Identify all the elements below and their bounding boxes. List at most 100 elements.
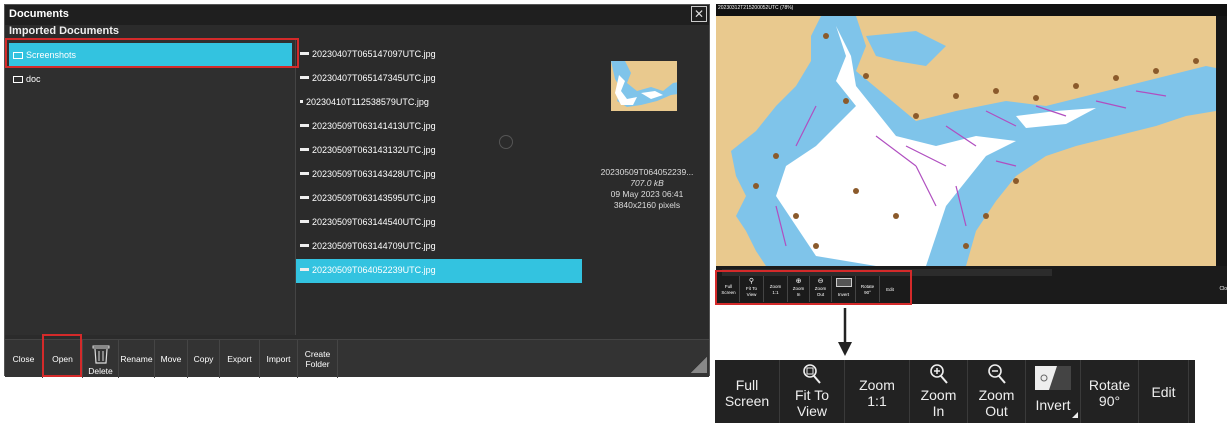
move-button[interactable]: Move (155, 340, 188, 378)
thumbnail-icon (300, 196, 309, 199)
file-name: 20230509T064052239UTC.jpg (312, 265, 436, 275)
chart-scrollbar[interactable] (1216, 16, 1227, 266)
submenu-indicator-icon (1072, 412, 1078, 418)
button-label: 1:1 (867, 393, 887, 409)
folder-label: doc (26, 74, 41, 84)
button-label: Out (985, 403, 1008, 419)
file-name: 20230509T063141413UTC.jpg (312, 121, 436, 131)
thumbnail-icon (300, 244, 309, 247)
chart-viewer-window: 20230312T215200052UTC (78%) Full Screen … (716, 4, 1227, 304)
button-label: Delete (88, 366, 113, 376)
button-label: View (796, 403, 828, 419)
file-name: 20230509T063144540UTC.jpg (312, 217, 436, 227)
day-night-icon (1035, 366, 1071, 390)
button-label: Folder (305, 359, 330, 369)
rotate-button[interactable]: Rotate 90° (1081, 360, 1139, 423)
file-name: 20230410T112538579UTC.jpg (306, 97, 429, 107)
info-icon (499, 135, 513, 149)
button-label: Screen (724, 393, 770, 409)
close-button[interactable]: Close (5, 340, 43, 378)
file-item[interactable]: 20230509T063143595UTC.jpg (296, 187, 582, 211)
thumbnail-icon (300, 268, 309, 271)
trash-icon (92, 345, 110, 364)
file-name: 20230407T065147345UTC.jpg (312, 73, 436, 83)
window-title: Documents (5, 5, 709, 25)
file-item[interactable]: 20230509T063144540UTC.jpg (296, 211, 582, 235)
file-item[interactable]: 20230407T065147097UTC.jpg (296, 43, 582, 67)
zoom-in-icon (930, 364, 948, 384)
file-item[interactable]: 20230509T063141413UTC.jpg (296, 115, 582, 139)
preview-dimensions: 3840x2160 pixels (613, 200, 681, 210)
button-label: Create (304, 349, 331, 359)
resize-handle[interactable] (691, 357, 707, 373)
button-label: Fit To (795, 387, 829, 403)
zoom-out-icon (988, 364, 1006, 384)
full-screen-button[interactable]: Full Screen (715, 360, 780, 423)
file-name: 20230407T065147097UTC.jpg (312, 49, 436, 59)
close-icon[interactable]: ✕ (691, 6, 707, 22)
documents-toolbar: Close Open Delete Rename Move Copy Expor… (5, 339, 709, 378)
fit-to-view-button[interactable]: Fit To View (780, 360, 845, 423)
button-label: Full (735, 377, 759, 393)
create-folder-button[interactable]: Create Folder (298, 340, 338, 378)
zoom-1-1-button[interactable]: Zoom 1:1 (845, 360, 910, 423)
preview-filesize: 707.0 kB (630, 178, 664, 188)
file-list: 20230407T065147097UTC.jpg 20230407T06514… (296, 39, 584, 335)
thumbnail-icon (300, 124, 309, 127)
zoom-in-button[interactable]: Zoom In (910, 360, 968, 423)
thumbnail-icon (300, 220, 309, 223)
thumbnail-icon (300, 172, 309, 175)
file-item[interactable]: 20230407T065147345UTC.jpg (296, 67, 582, 91)
button-label: Rotate (1088, 377, 1131, 393)
button-label: Edit (1151, 384, 1176, 400)
thumbnail-icon (300, 100, 303, 103)
folder-icon (13, 76, 23, 83)
chart-title: 20230312T215200052UTC (78%) (718, 5, 794, 11)
section-title: Imported Documents (9, 25, 120, 37)
button-label: 90° (1098, 393, 1121, 409)
edit-button[interactable]: Edit (1139, 360, 1189, 423)
preview-date: 09 May 2023 06:41 (610, 189, 684, 199)
file-name: 20230509T063144709UTC.jpg (312, 241, 436, 251)
file-item[interactable]: 20230509T063143428UTC.jpg (296, 163, 582, 187)
button-label: Rename (120, 354, 153, 364)
zoom-out-button[interactable]: Zoom Out (968, 360, 1026, 423)
preview-panel: 20230509T064052239... 707.0 kB 09 May 20… (585, 39, 709, 335)
nautical-chart-image (716, 16, 1216, 266)
button-label: Close (12, 354, 35, 364)
enlarged-toolbar: Full Screen Fit To View Zoom 1:1 Zoom In… (715, 360, 1195, 423)
button-label: Import (266, 354, 291, 364)
copy-button[interactable]: Copy (188, 340, 220, 378)
import-button[interactable]: Import (260, 340, 298, 378)
magnifier-icon (803, 364, 821, 384)
preview-thumbnail (611, 61, 685, 111)
folder-list: Screenshots doc (5, 39, 296, 335)
button-label: Export (227, 354, 252, 364)
file-name: 20230509T063143595UTC.jpg (312, 193, 436, 203)
file-item-selected[interactable]: 20230509T064052239UTC.jpg (296, 259, 582, 283)
close-button[interactable]: Clo (1219, 286, 1227, 292)
folder-item-doc[interactable]: doc (9, 67, 292, 91)
highlight-screenshots-folder (5, 38, 299, 68)
preview-filename: 20230509T064052239... (600, 167, 694, 177)
button-label: In (932, 403, 945, 419)
file-name: 20230509T063143132UTC.jpg (312, 145, 436, 155)
thumbnail-icon (300, 148, 309, 151)
file-name: 20230509T063143428UTC.jpg (312, 169, 436, 179)
export-button[interactable]: Export (220, 340, 260, 378)
highlight-open-button (42, 334, 82, 377)
highlight-chart-toolbar (715, 270, 912, 305)
thumbnail-icon (300, 52, 309, 55)
file-item[interactable]: 20230410T112538579UTC.jpg (296, 91, 582, 115)
delete-button[interactable]: Delete (83, 340, 119, 378)
button-label: Copy (193, 354, 214, 364)
button-label: Invert (1035, 397, 1071, 413)
button-label: Zoom (920, 387, 957, 403)
thumbnail-icon (300, 76, 309, 79)
button-label: Move (160, 354, 182, 364)
button-label: Zoom (978, 387, 1015, 403)
invert-button[interactable]: Invert (1026, 360, 1081, 423)
file-item[interactable]: 20230509T063144709UTC.jpg (296, 235, 582, 259)
rename-button[interactable]: Rename (119, 340, 155, 378)
file-item[interactable]: 20230509T063143132UTC.jpg (296, 139, 582, 163)
